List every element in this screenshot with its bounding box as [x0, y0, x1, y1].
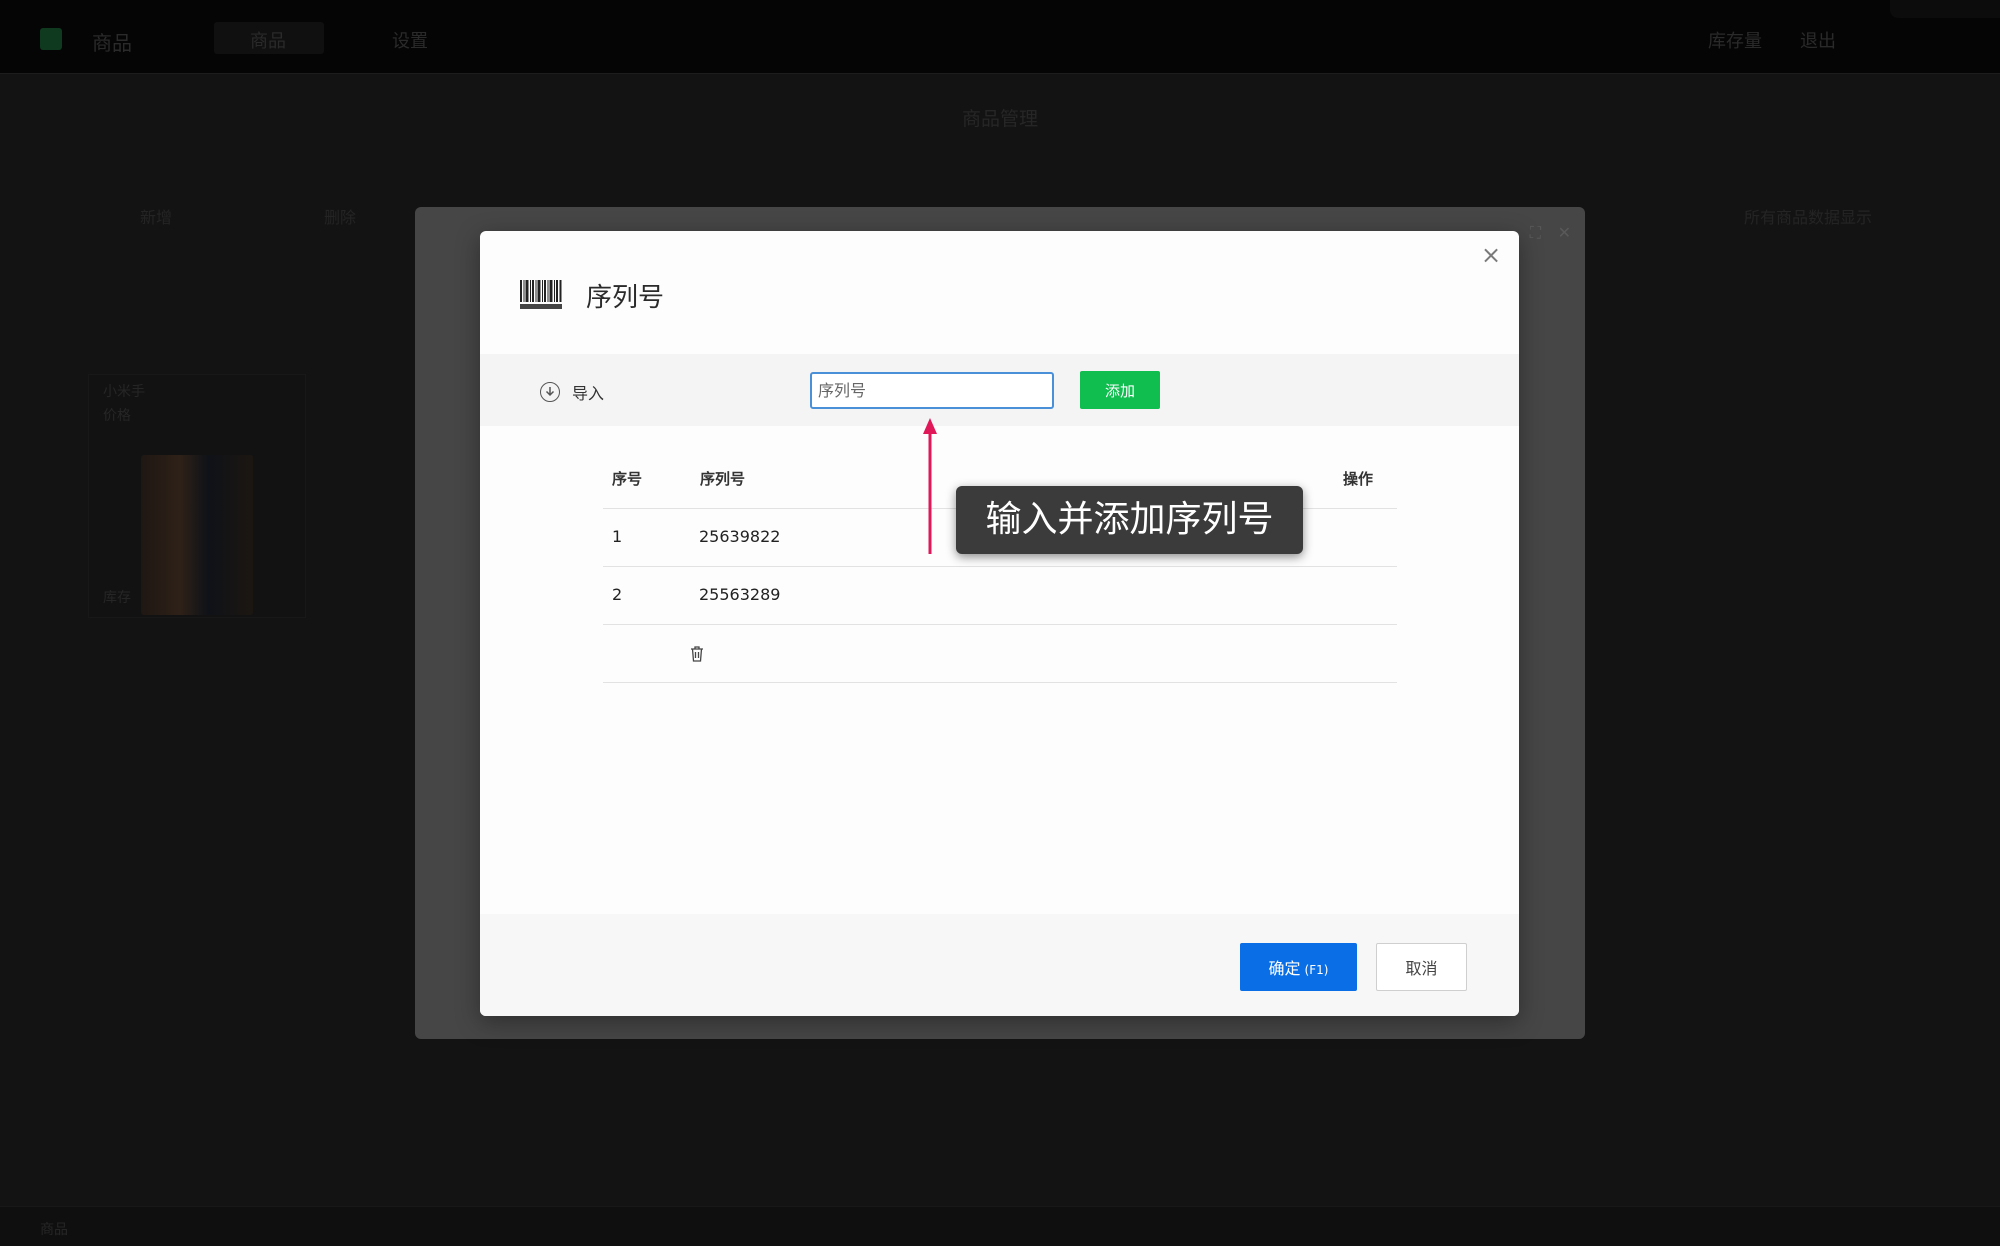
column-header-index: 序号 [612, 470, 643, 488]
import-label: 导入 [572, 384, 605, 403]
row-index: 1 [612, 527, 623, 546]
background-footer-text: 商品 [40, 1222, 68, 1238]
modal-header: 序列号 [520, 275, 664, 315]
trash-icon[interactable] [689, 645, 705, 663]
serial-toolbar: 导入 添加 [480, 354, 1519, 426]
annotation-arrow [923, 418, 937, 554]
background-product-card: 小米手 价格 库存 [88, 374, 306, 618]
modal-footer: 确定 (F1) 取消 [480, 914, 1519, 1016]
expand-icon: ⛶ [1529, 223, 1541, 242]
row-serial: 25639822 [699, 527, 781, 546]
serial-number-input[interactable] [810, 372, 1054, 409]
header-stock: 库存量 [1708, 31, 1762, 52]
table-row[interactable]: 2 25563289 [603, 567, 1397, 625]
background-page-title: 商品管理 [961, 108, 1038, 130]
import-button[interactable]: 导入 [540, 380, 604, 404]
confirm-label: 确定 [1268, 959, 1301, 978]
tab-settings: 设置 [392, 31, 428, 52]
barcode-icon [520, 280, 562, 309]
background-card-footer: 库存 [103, 590, 131, 606]
header-logout: 退出 [1800, 31, 1836, 52]
confirm-button[interactable]: 确定 (F1) [1240, 943, 1357, 991]
background-add-button: 新增 [140, 208, 173, 227]
column-header-serial: 序列号 [700, 470, 746, 488]
close-icon[interactable]: × [1477, 241, 1505, 269]
app-topbar: 商品 商品 设置 库存量 退出 [0, 0, 2000, 74]
serial-number-modal: × 序列号 导入 序列号 添加 序号 序列号 操作 1 25639822 2 2… [480, 231, 1519, 1016]
confirm-shortcut: (F1) [1304, 963, 1329, 977]
add-button[interactable]: 添加 [1080, 371, 1160, 409]
window-controls [1890, 0, 2000, 18]
row-serial: 25563289 [699, 585, 781, 604]
background-delete-button: 删除 [324, 208, 357, 227]
modal-title: 序列号 [586, 282, 665, 313]
background-card-price: 价格 [103, 408, 131, 424]
tab-products: 商品 [250, 31, 286, 52]
background-toolbar-right: 所有商品数据显示 [1744, 208, 1873, 227]
download-icon [540, 382, 560, 402]
annotation-tooltip: 输入并添加序列号 [956, 486, 1303, 554]
app-name: 商品 [92, 31, 132, 55]
background-card-photo [141, 455, 253, 615]
table-row [603, 625, 1397, 683]
background-card-name: 小米手 [103, 384, 145, 400]
app-logo [40, 28, 62, 50]
row-index: 2 [612, 585, 623, 604]
column-header-actions: 操作 [1343, 470, 1374, 488]
background-footer: 商品 [0, 1206, 2000, 1246]
parent-close-icon: ✕ [1557, 223, 1571, 242]
cancel-button[interactable]: 取消 [1376, 943, 1467, 991]
